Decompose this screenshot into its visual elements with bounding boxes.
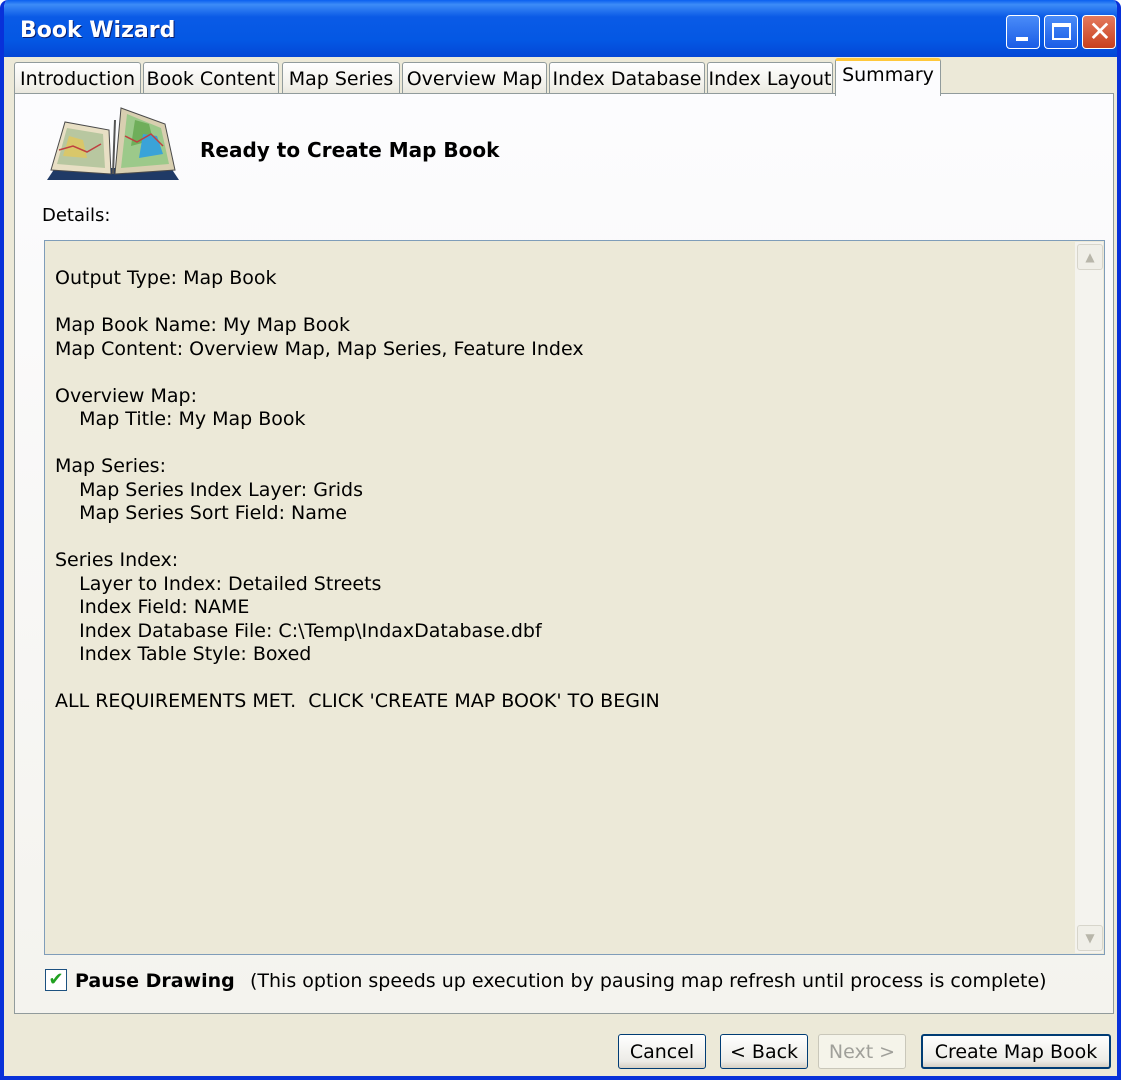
details-label: Details: [42, 205, 111, 226]
details-line: Map Series Index Layer: Grids [55, 478, 363, 501]
maximize-button[interactable] [1044, 15, 1078, 49]
tab-introduction[interactable]: Introduction [14, 62, 141, 96]
map-book-icon [47, 107, 179, 180]
summary-tab-page: Ready to Create Map Book Details: Output… [14, 93, 1114, 1014]
create-map-book-button[interactable]: Create Map Book [921, 1034, 1111, 1069]
details-line: Map Title: My Map Book [55, 408, 306, 430]
vertical-scrollbar[interactable]: ▲ ▼ [1075, 242, 1103, 953]
details-line: Map Content: Overview Map, Map Series, F… [55, 337, 584, 360]
pause-drawing-label[interactable]: Pause Drawing [75, 970, 235, 992]
minimize-button[interactable] [1006, 15, 1040, 49]
details-textbox[interactable]: Output Type: Map Book Map Book Name: My M… [44, 240, 1105, 955]
minimize-icon [1016, 37, 1028, 41]
tab-book-content[interactable]: Book Content [143, 62, 279, 96]
details-line: Map Book Name: My Map Book [55, 314, 351, 336]
tab-index-layout[interactable]: Index Layout [707, 62, 833, 96]
tab-overview-map[interactable]: Overview Map [402, 62, 547, 96]
scroll-down-icon[interactable]: ▼ [1077, 925, 1103, 951]
details-line: ALL REQUIREMENTS MET. CLICK 'CREATE MAP … [55, 690, 660, 712]
pause-drawing-checkbox[interactable]: ✔ [45, 969, 67, 991]
details-line: Output Type: Map Book [55, 267, 277, 289]
details-line: Index Database File: C:\Temp\IndaxDataba… [55, 619, 542, 642]
cancel-button[interactable]: Cancel [618, 1034, 706, 1069]
window-title: Book Wizard [20, 18, 176, 43]
tab-map-series[interactable]: Map Series [282, 62, 400, 96]
back-button[interactable]: < Back [720, 1034, 808, 1069]
details-line [55, 361, 1064, 385]
pause-drawing-note: (This option speeds up execution by paus… [250, 970, 1047, 992]
details-line: Index Table Style: Boxed [55, 643, 312, 665]
details-line: Overview Map: [55, 384, 197, 407]
close-button[interactable]: ✕ [1082, 15, 1116, 49]
details-line [55, 667, 1064, 691]
tab-strip: Introduction Book Content Map Series Ove… [14, 58, 1114, 96]
details-line: Map Series Sort Field: Name [55, 502, 348, 524]
details-line [55, 432, 1064, 456]
details-line [55, 526, 1064, 550]
scroll-up-icon[interactable]: ▲ [1077, 244, 1103, 270]
details-line [55, 291, 1064, 315]
next-button[interactable]: Next > [818, 1034, 906, 1069]
book-wizard-window: Book Wizard ✕ Introduction Book Content … [0, 0, 1121, 1080]
title-bar[interactable]: Book Wizard ✕ [4, 0, 1117, 57]
details-line: Map Series: [55, 455, 166, 477]
tab-index-database[interactable]: Index Database [549, 62, 705, 96]
details-line: Index Field: NAME [55, 596, 250, 618]
close-icon: ✕ [1088, 15, 1112, 48]
tab-summary[interactable]: Summary [835, 58, 941, 96]
maximize-icon [1052, 23, 1071, 40]
details-line: Series Index: [55, 549, 179, 571]
details-text: Output Type: Map Book Map Book Name: My M… [55, 267, 1064, 714]
details-line: Layer to Index: Detailed Streets [55, 572, 382, 595]
page-heading: Ready to Create Map Book [200, 138, 500, 162]
